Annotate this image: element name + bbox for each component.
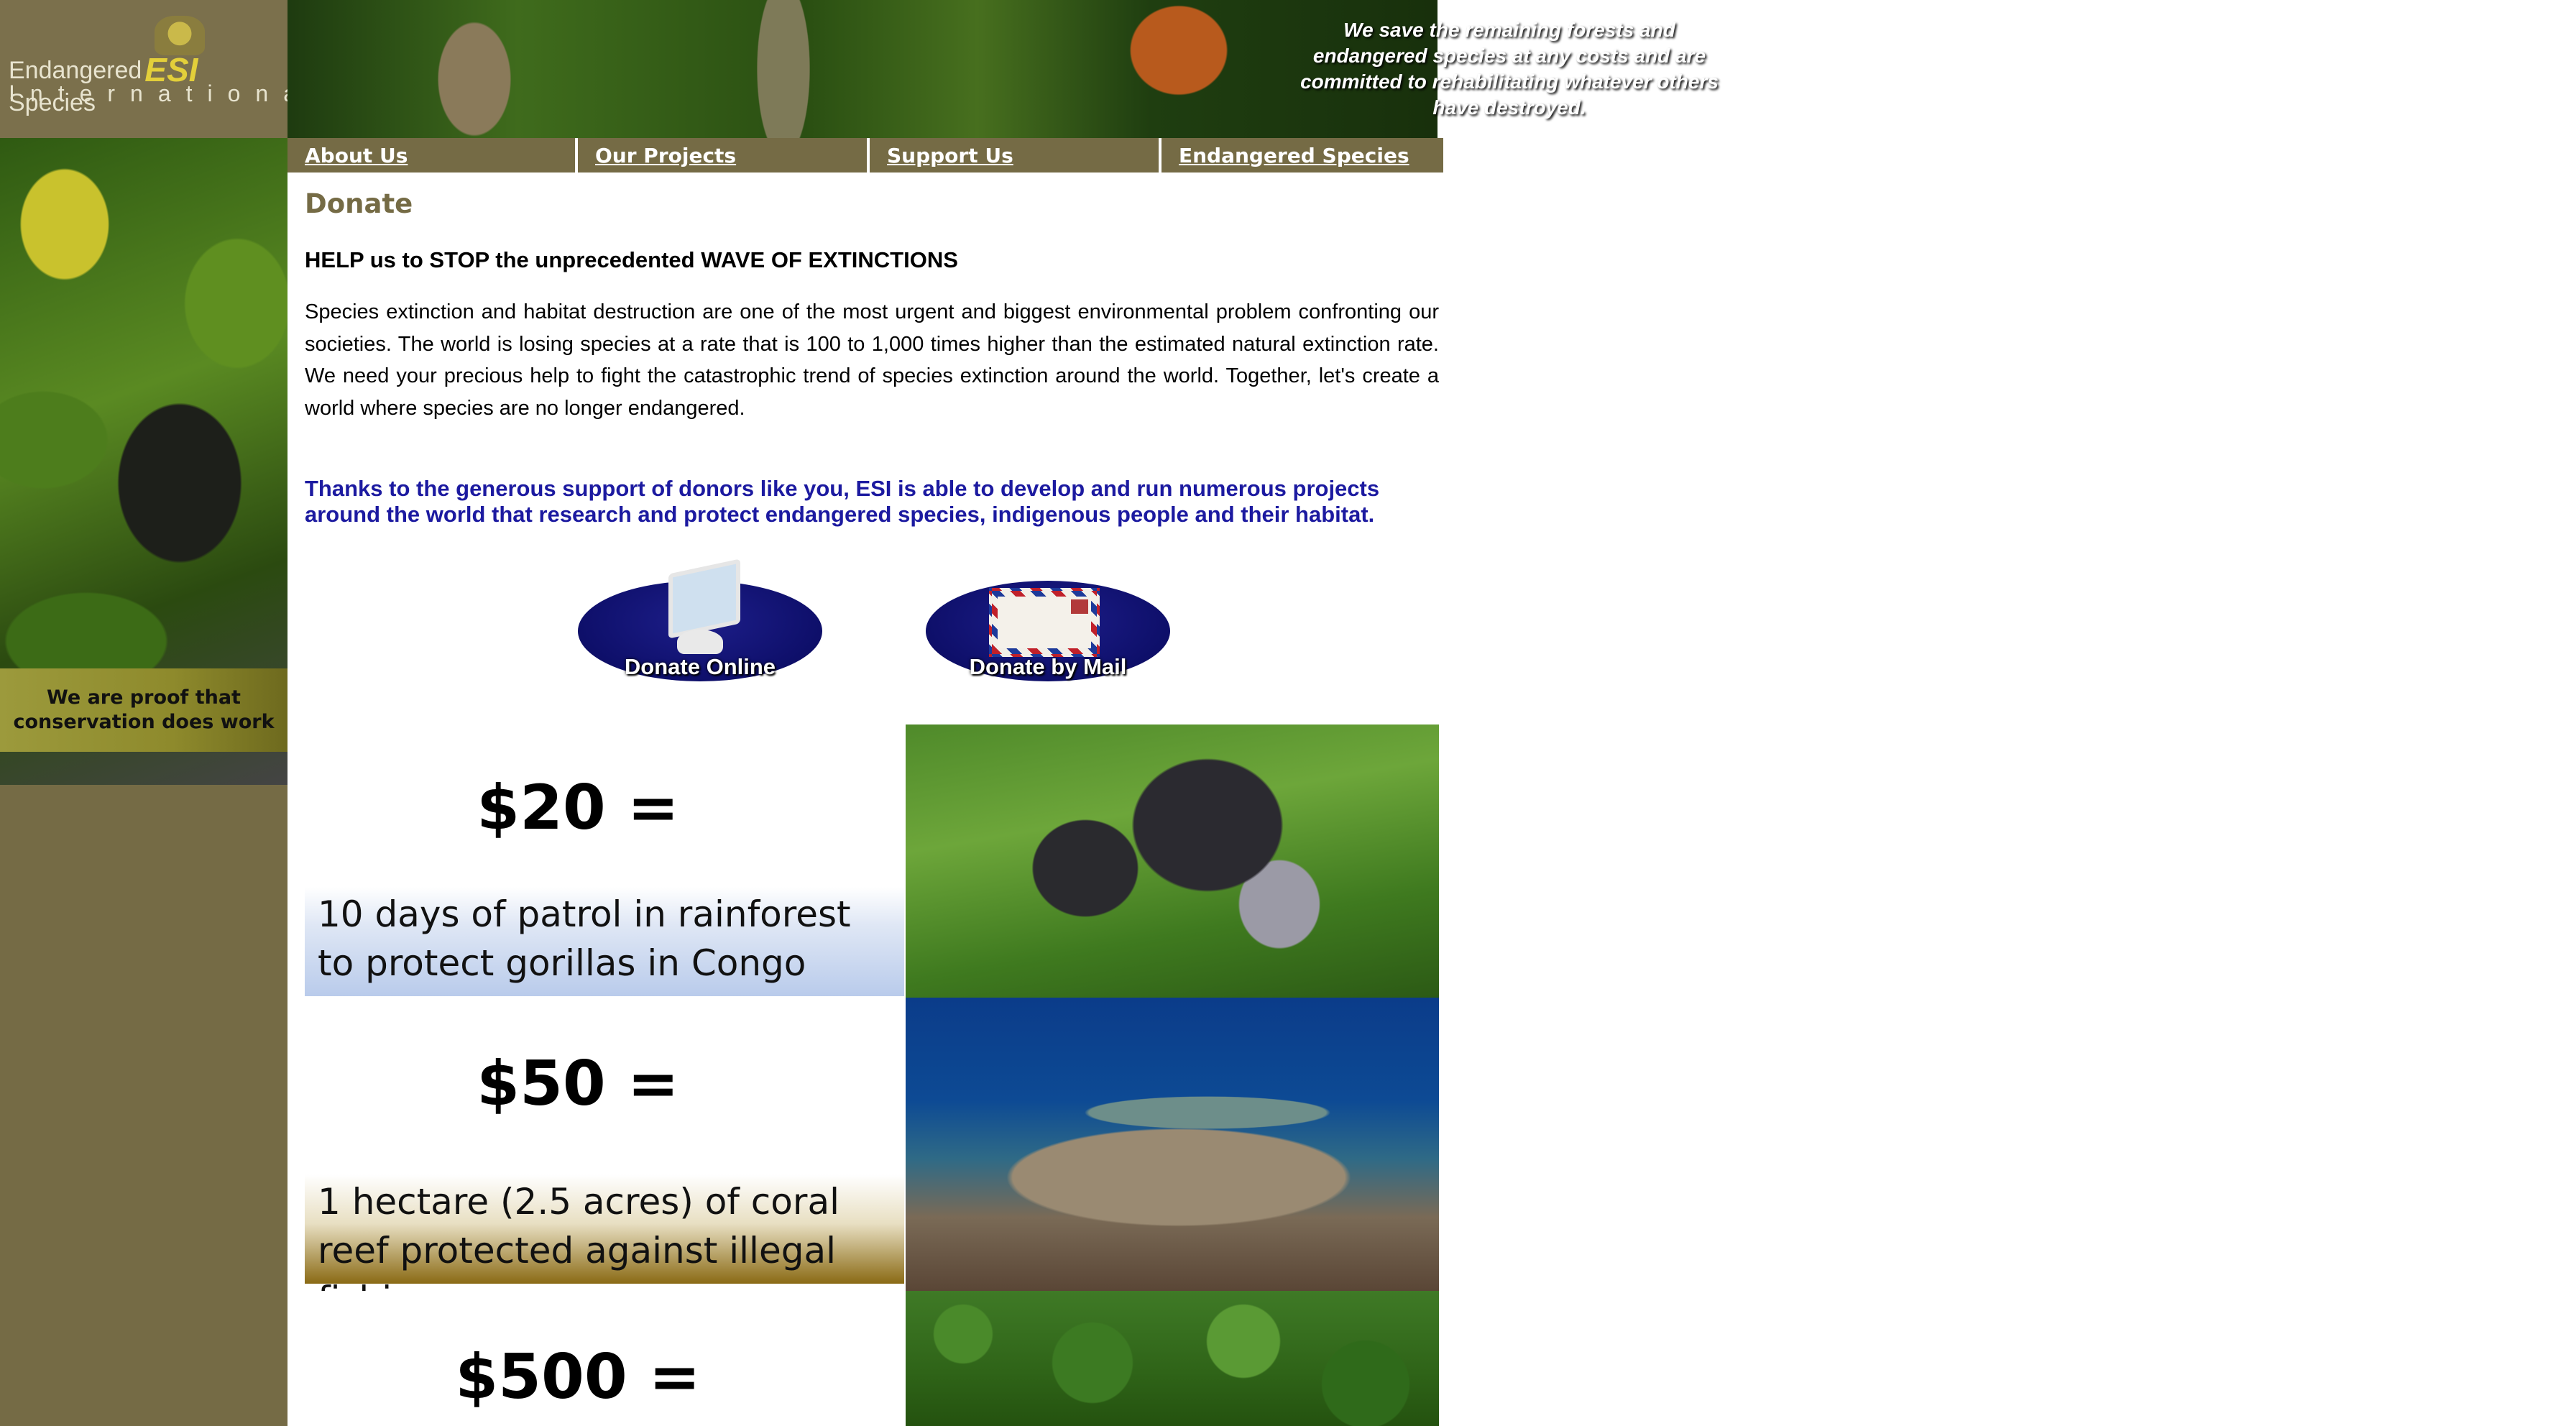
- donate-by-mail-button[interactable]: Donate by Mail: [926, 566, 1170, 689]
- header-banner-photo: We save the remaining forests and endang…: [288, 0, 1719, 138]
- tier-20-description: 10 days of patrol in rainforest to prote…: [305, 887, 904, 996]
- tier-20-amount: $20 =: [477, 772, 679, 844]
- computer-icon: [663, 558, 740, 654]
- donation-infographic: $20 = 10 days of patrol in rainforest to…: [305, 724, 1439, 1426]
- tier-500-amount: $500 =: [455, 1341, 701, 1413]
- tier-500-panel: $500 =: [305, 1291, 904, 1426]
- intro-paragraph: Species extinction and habitat destructi…: [305, 300, 1439, 420]
- site-logo[interactable]: EndangeredESISpecies International: [0, 0, 316, 138]
- page-title: Donate: [305, 188, 413, 219]
- nav-support-us[interactable]: Support Us: [870, 138, 1162, 172]
- donate-online-label: Donate Online: [624, 654, 776, 679]
- nav-about-us[interactable]: About Us: [288, 138, 578, 172]
- gorilla-logo-icon: [155, 16, 205, 55]
- header-tagline: We save the remaining forests and endang…: [1300, 19, 1719, 119]
- donate-headline: HELP us to STOP the unprecedented WAVE O…: [305, 247, 958, 272]
- coral-reef-photo: [906, 998, 1439, 1291]
- gorillas-photo: [906, 724, 1439, 998]
- thanks-paragraph: Thanks to the generous support of donors…: [305, 476, 1380, 527]
- tier-20-panel: $20 = 10 days of patrol in rainforest to…: [305, 724, 904, 998]
- donate-mail-label: Donate by Mail: [969, 654, 1127, 679]
- sidebar-banner: We are proof that conservation does work: [0, 668, 288, 752]
- tier-50-amount: $50 =: [477, 1048, 679, 1120]
- rainforest-canopy-photo: [906, 1291, 1439, 1426]
- nav-our-projects[interactable]: Our Projects: [578, 138, 870, 172]
- donate-online-button[interactable]: Donate Online: [578, 558, 822, 689]
- envelope-icon: [989, 588, 1100, 657]
- logo-subtitle: International: [9, 80, 332, 106]
- nav-endangered-species[interactable]: Endangered Species: [1162, 138, 1443, 172]
- tier-50-panel: $50 = 1 hectare (2.5 acres) of coral ree…: [305, 998, 904, 1320]
- left-sidebar: EndangeredESISpecies International We ar…: [0, 0, 316, 1426]
- tier-50-description: 1 hectare (2.5 acres) of coral reef prot…: [305, 1174, 904, 1320]
- main-nav: About Us Our Projects Support Us Endange…: [288, 138, 1443, 172]
